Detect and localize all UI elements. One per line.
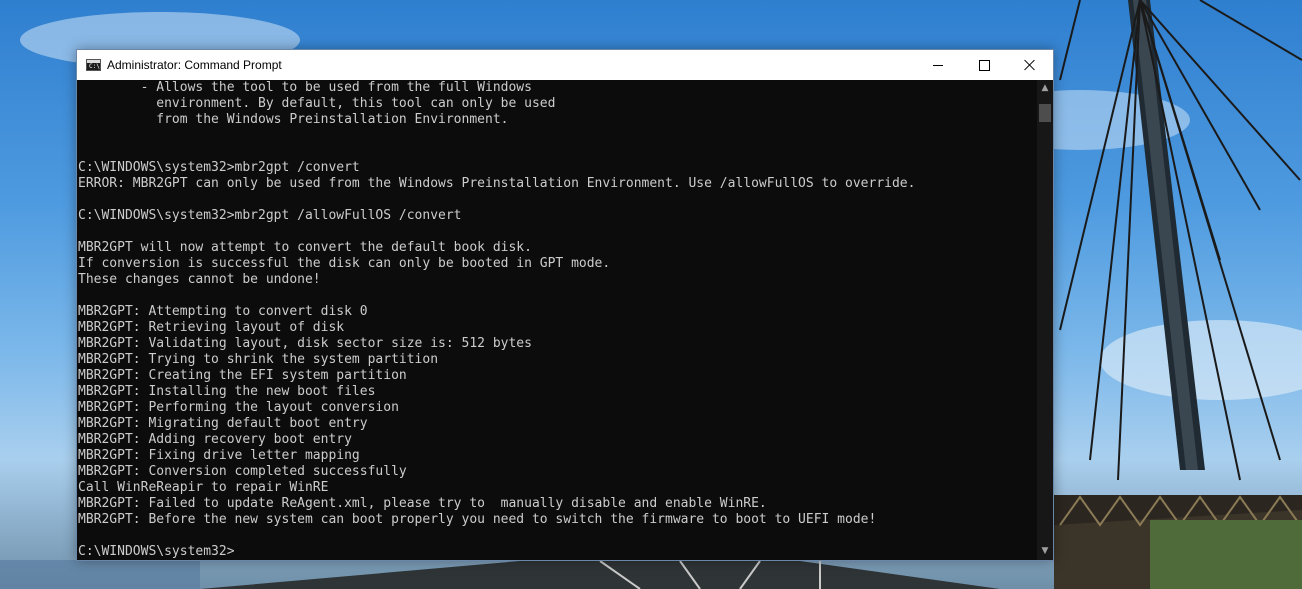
- cmd-icon: C:\: [86, 59, 101, 71]
- minimize-icon: [933, 64, 943, 66]
- maximize-button[interactable]: [961, 50, 1007, 80]
- maximize-icon: [978, 59, 990, 71]
- console-text: - Allows the tool to be used from the fu…: [77, 80, 1037, 560]
- console-line: MBR2GPT: Adding recovery boot entry: [78, 432, 352, 447]
- console-line: Call WinReReapir to repair WinRE: [78, 480, 329, 495]
- console-line: MBR2GPT: Validating layout, disk sector …: [78, 336, 532, 351]
- console-line: MBR2GPT: Creating the EFI system partiti…: [78, 368, 407, 383]
- console-output[interactable]: - Allows the tool to be used from the fu…: [77, 80, 1037, 560]
- console-line: MBR2GPT will now attempt to convert the …: [78, 240, 532, 255]
- console-line: ERROR: MBR2GPT can only be used from the…: [78, 176, 916, 191]
- window-title: Administrator: Command Prompt: [107, 58, 282, 72]
- console-line: C:\WINDOWS\system32>mbr2gpt /allowFullOS…: [78, 208, 462, 223]
- console-line: MBR2GPT: Attempting to convert disk 0: [78, 304, 368, 319]
- close-button[interactable]: [1007, 50, 1053, 80]
- console-line: MBR2GPT: Retrieving layout of disk: [78, 320, 345, 335]
- console-line: MBR2GPT: Before the new system can boot …: [78, 512, 877, 527]
- console-line: MBR2GPT: Installing the new boot files: [78, 384, 376, 399]
- console-line: C:\WINDOWS\system32>: [78, 544, 235, 559]
- console-line: MBR2GPT: Migrating default boot entry: [78, 416, 368, 431]
- console-line: from the Windows Preinstallation Environ…: [78, 112, 509, 127]
- console-line: C:\WINDOWS\system32>mbr2gpt /convert: [78, 160, 360, 175]
- console-line: environment. By default, this tool can o…: [78, 96, 556, 111]
- console-line: If conversion is successful the disk can…: [78, 256, 611, 271]
- console-line: MBR2GPT: Performing the layout conversio…: [78, 400, 399, 415]
- close-icon: [1024, 59, 1036, 71]
- scroll-up-button[interactable]: ▲: [1037, 80, 1053, 97]
- title-bar[interactable]: C:\ Administrator: Command Prompt: [77, 50, 1053, 80]
- scroll-down-button[interactable]: ▼: [1037, 543, 1053, 560]
- console-line: MBR2GPT: Fixing drive letter mapping: [78, 448, 360, 463]
- minimize-button[interactable]: [915, 50, 961, 80]
- vertical-scrollbar[interactable]: ▲ ▼: [1037, 80, 1053, 560]
- console-line: MBR2GPT: Trying to shrink the system par…: [78, 352, 439, 367]
- console-line: MBR2GPT: Failed to update ReAgent.xml, p…: [78, 496, 767, 511]
- console-line: - Allows the tool to be used from the fu…: [78, 80, 532, 95]
- command-prompt-window[interactable]: C:\ Administrator: Command Prompt - Allo…: [76, 49, 1054, 561]
- console-line: MBR2GPT: Conversion completed successful…: [78, 464, 407, 479]
- console-line: These changes cannot be undone!: [78, 272, 321, 287]
- scroll-thumb[interactable]: [1039, 104, 1051, 122]
